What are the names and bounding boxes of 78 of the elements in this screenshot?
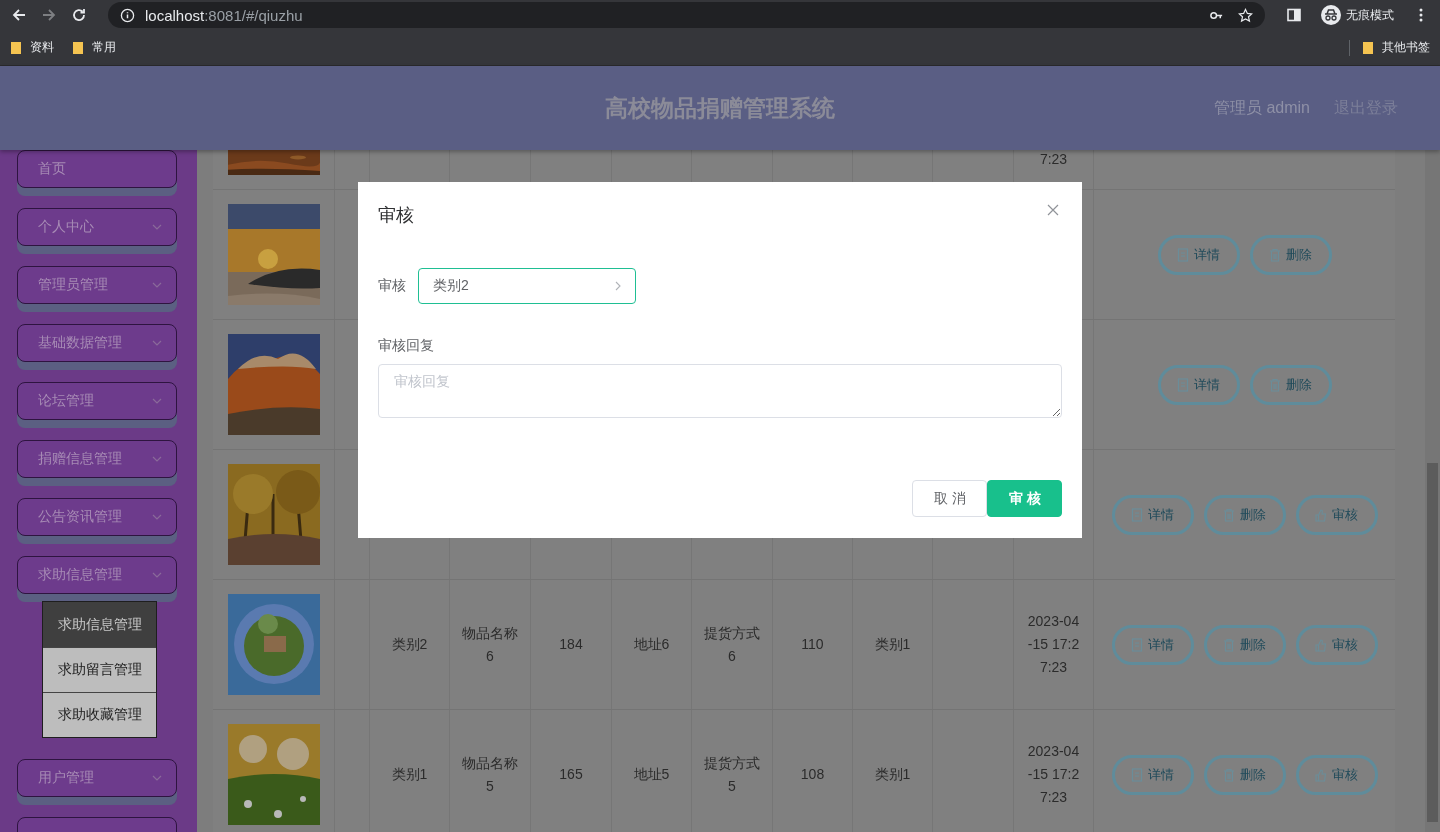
table-cell-text: 提货方式6 xyxy=(703,623,761,666)
address-bar[interactable]: localhost:8081/#/qiuzhu xyxy=(108,2,1265,28)
delete-button[interactable]: 删除 xyxy=(1249,364,1332,405)
cancel-button[interactable]: 取消 xyxy=(912,480,987,517)
close-icon[interactable] xyxy=(1047,204,1059,216)
field-label: 审核回复 xyxy=(378,337,435,355)
table-cell-text: 110 xyxy=(801,635,824,654)
table-cell-text: 地址6 xyxy=(633,635,670,654)
caret-icon xyxy=(152,340,162,346)
scrollbar-thumb[interactable] xyxy=(1427,463,1438,822)
table-cell-text: 7:23 xyxy=(1038,150,1069,169)
review-select[interactable]: 类别2 xyxy=(418,268,636,304)
document-icon xyxy=(1177,377,1189,392)
review-button[interactable]: 审核 xyxy=(1295,624,1378,665)
delete-button[interactable]: 删除 xyxy=(1249,234,1332,275)
detail-button[interactable]: 详情 xyxy=(1157,364,1240,405)
trash-icon xyxy=(1223,637,1235,652)
star-icon[interactable] xyxy=(1238,7,1253,23)
caret-icon xyxy=(152,775,162,781)
caret-icon xyxy=(152,398,162,404)
document-icon xyxy=(1131,637,1143,652)
dialog-title: 审核 xyxy=(378,204,414,227)
table-cell-text: 类别1 xyxy=(874,635,911,654)
incognito-icon xyxy=(1321,5,1341,25)
caret-icon xyxy=(152,456,162,462)
thumb-icon xyxy=(1315,637,1327,652)
chevron-icon xyxy=(615,281,621,291)
confirm-button[interactable]: 审核 xyxy=(987,480,1062,517)
table-cell-text: 165 xyxy=(559,765,583,784)
table-cell-text: 类别2 xyxy=(391,635,428,654)
document-icon xyxy=(1131,507,1143,522)
thumb-icon xyxy=(1315,767,1327,782)
table-cell-text: 类别1 xyxy=(874,765,911,784)
review-button[interactable]: 审核 xyxy=(1295,494,1378,535)
thumb-icon xyxy=(1315,507,1327,522)
table-cell-text: 184 xyxy=(559,635,583,654)
trash-icon xyxy=(1223,767,1235,782)
detail-button[interactable]: 详情 xyxy=(1111,494,1194,535)
caret-icon xyxy=(152,572,162,578)
table-cell-text: 2023-04-15 17:27:23 xyxy=(1027,612,1080,677)
table-cell-text: 108 xyxy=(800,765,825,784)
document-icon xyxy=(1177,247,1189,262)
delete-button[interactable]: 删除 xyxy=(1203,624,1286,665)
bookmark-item[interactable]: 其他书签 xyxy=(1362,39,1430,56)
table-cell-text: 地址5 xyxy=(633,765,670,784)
caret-icon xyxy=(152,514,162,520)
back-icon[interactable] xyxy=(11,7,27,23)
submenu-item[interactable]: 求助收藏管理 xyxy=(43,692,156,737)
profile-button[interactable]: 无痕模式 xyxy=(1315,5,1400,25)
detail-button[interactable]: 详情 xyxy=(1111,754,1194,795)
side-panel-icon[interactable] xyxy=(1286,7,1302,23)
document-icon xyxy=(1131,767,1143,782)
bookmark-item[interactable]: 常用 xyxy=(72,39,116,56)
folder-icon xyxy=(72,40,84,55)
reload-icon[interactable] xyxy=(71,7,87,23)
caret-icon xyxy=(152,224,162,230)
review-button[interactable]: 审核 xyxy=(1295,754,1378,795)
detail-button[interactable]: 详情 xyxy=(1111,624,1194,665)
table-cell-text: 类别1 xyxy=(391,765,428,784)
table-cell-text: 物品名称6 xyxy=(461,623,519,666)
table-cell-text: 物品名称5 xyxy=(461,753,519,796)
folder-icon xyxy=(10,40,22,55)
trash-icon xyxy=(1223,507,1235,522)
submenu-item[interactable]: 求助信息管理 xyxy=(43,602,156,647)
scrollbar[interactable] xyxy=(1425,150,1440,832)
trash-icon xyxy=(1269,247,1281,262)
delete-button[interactable]: 删除 xyxy=(1203,754,1286,795)
detail-button[interactable]: 详情 xyxy=(1157,234,1240,275)
info-icon[interactable] xyxy=(120,7,135,23)
caret-icon xyxy=(152,282,162,288)
submenu-item[interactable]: 求助留言管理 xyxy=(43,647,156,692)
bookmark-item[interactable]: 资料 xyxy=(10,39,54,56)
delete-button[interactable]: 删除 xyxy=(1203,494,1286,535)
table-cell-text: 2023-04-15 17:27:23 xyxy=(1027,742,1080,807)
trash-icon xyxy=(1269,377,1281,392)
table-cell-text: 提货方式5 xyxy=(703,753,761,796)
folder-icon xyxy=(1362,40,1374,55)
field-label: 审核 xyxy=(378,277,407,295)
